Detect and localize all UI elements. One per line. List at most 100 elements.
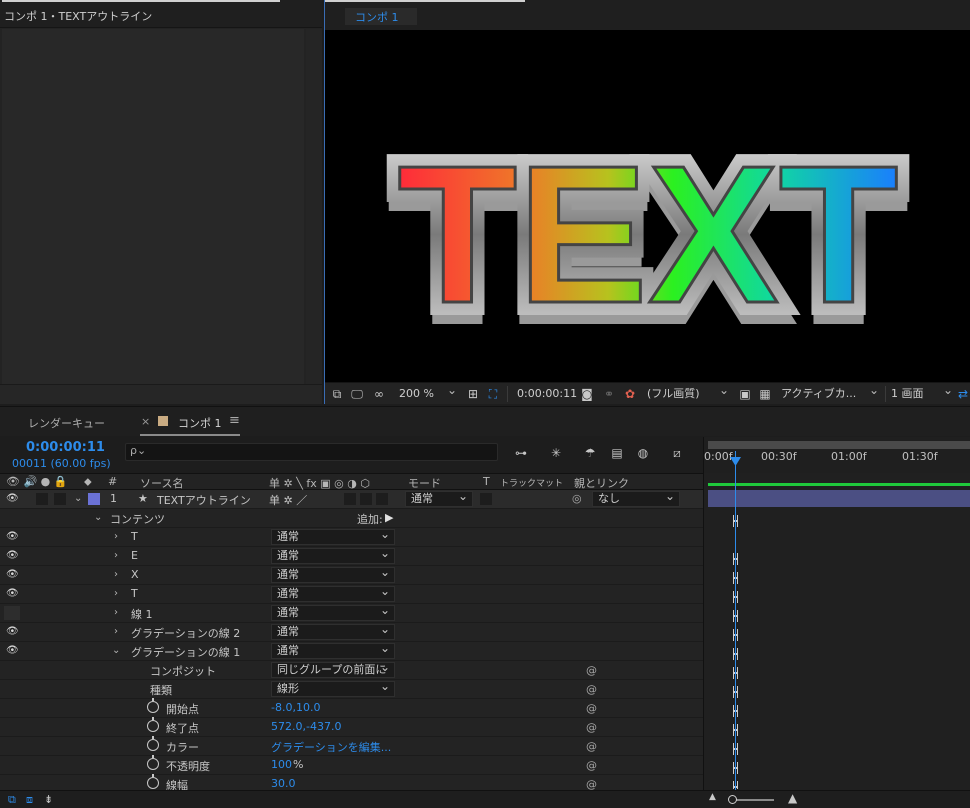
layer-switches[interactable]: 单 ✲ ／ [269,492,307,508]
group-mode-select[interactable]: 通常 [271,548,395,564]
switch-box[interactable] [360,493,372,505]
zoom-in-icon[interactable]: ▲ [788,791,797,805]
transparency-grid-icon[interactable]: ▦ [757,386,773,402]
expression-pickwhip-icon[interactable]: @ [586,702,597,715]
chevron-down-icon[interactable]: ⌄ [112,645,120,656]
playhead-line[interactable] [735,451,736,790]
column-number[interactable]: # [108,475,117,488]
zoom-out-icon[interactable]: ▲ [709,792,716,802]
pixel-aspect-icon[interactable]: ⇄ [955,386,970,402]
pickwhip-icon[interactable]: ◎ [572,492,582,505]
shy-layers-icon[interactable]: ☂ [581,445,599,461]
eye-icon[interactable]: 👁 [6,626,20,638]
project-panel-tab[interactable]: コンポ 1・TEXTアウトライン [0,0,322,28]
stroke-width-value[interactable]: 30.0 [271,777,296,790]
group-mode-select[interactable]: 通常 [271,529,395,545]
eye-icon[interactable]: 👁 [6,550,20,562]
expression-pickwhip-icon[interactable]: @ [586,683,597,696]
layer-mode-select[interactable]: 通常 [405,491,473,507]
chevron-down-icon[interactable]: ⌄ [74,493,82,504]
zoom-dropdown[interactable]: 200 % [399,382,459,402]
chevron-right-icon[interactable]: › [114,607,118,618]
add-menu-icon[interactable]: ▶ [385,511,393,524]
work-area-bar[interactable] [708,441,970,449]
always-preview-icon[interactable]: ⧉ [329,386,345,402]
contents-row[interactable]: ⌄ コンテンツ 追加: ▶ [0,509,703,528]
motion-blur-icon[interactable]: ◍ [634,445,652,461]
stopwatch-icon[interactable] [147,717,159,732]
time-ruler[interactable]: 0:00f 00:30f 01:00f 01:30f [704,437,970,473]
eye-icon[interactable]: 👁 [6,569,20,581]
column-track-matte[interactable]: トラックマット [500,476,563,489]
parent-select[interactable]: なし [592,491,680,507]
layer-label-color[interactable] [88,493,100,505]
region-of-interest-icon[interactable]: ▣ [737,386,753,402]
draft-3d-icon[interactable]: ✳ [547,445,565,461]
column-parent[interactable]: 親とリンク [574,475,629,491]
group-mode-select[interactable]: 通常 [271,624,395,640]
opacity-value[interactable]: 100 [271,758,292,771]
eye-icon[interactable]: 👁 [6,531,20,543]
switch-box[interactable] [344,493,356,505]
graph-editor-icon[interactable]: ⧄ [668,445,686,461]
property-row[interactable]: 種類 線形 @ [0,680,703,699]
list-item[interactable]: 👁 › X 通常 [0,566,703,585]
safe-margins-icon[interactable]: ⊞ [465,386,481,402]
property-row[interactable]: 終了点 572.0,-437.0 @ [0,717,703,737]
layer-duration-bar[interactable] [708,490,970,507]
chevron-down-icon[interactable]: ⌄ [94,512,102,523]
column-switches[interactable]: 单 ✲ ╲ fx ▣ ◎ ◑ ⬡ [269,475,370,491]
view-layout-dropdown[interactable]: 1 画面 [891,382,955,402]
list-item[interactable]: 👁 › T 通常 [0,585,703,604]
chevron-right-icon[interactable]: › [114,531,118,542]
eye-icon[interactable]: 👁 [6,588,20,600]
group-mode-select[interactable]: 通常 [271,567,395,583]
current-time-display[interactable]: 0:00:00:11 [26,440,105,455]
timeline-graph[interactable]: 0:00f 00:30f 01:00f 01:30f [703,437,970,790]
expression-pickwhip-icon[interactable]: @ [586,759,597,772]
mask-visibility-icon[interactable]: ⛶ [485,386,501,402]
preserve-transparency-toggle[interactable] [480,493,492,505]
property-row[interactable]: 開始点 -8.0,10.0 @ [0,698,703,718]
eye-icon[interactable]: 👁 [6,493,20,505]
comp-flowchart-icon[interactable]: ⊶ [512,445,530,461]
frame-blending-icon[interactable]: ▤ [608,445,626,461]
av-features-header-icon[interactable]: 👁 🔊 ● 🔒 [6,475,67,488]
goggles-icon[interactable]: ∞ [371,386,387,402]
expression-pickwhip-icon[interactable]: @ [586,721,597,734]
chevron-right-icon[interactable]: › [114,626,118,637]
zoom-slider-handle[interactable] [728,795,737,804]
list-item[interactable]: › 線 1 通常 [0,604,703,623]
stopwatch-icon[interactable] [147,774,159,789]
eye-icon[interactable]: 👁 [6,645,20,657]
edit-gradient-link[interactable]: グラデーションを編集... [271,739,391,755]
group-mode-select[interactable]: 通常 [271,643,395,659]
eye-toggle-off[interactable] [4,606,20,620]
chevron-right-icon[interactable]: › [114,550,118,561]
column-t[interactable]: T [483,475,490,488]
composite-select[interactable]: 同じグループの前面に [271,662,395,678]
layer-name[interactable]: TEXTアウトライン [157,492,251,508]
camera-dropdown[interactable]: アクティブカ... [781,382,881,402]
type-select[interactable]: 線形 [271,681,395,697]
show-snapshot-icon[interactable]: ⚭ [601,386,617,402]
project-panel-scrollbar[interactable] [306,29,322,384]
list-item[interactable]: 👁 › グラデーションの線 2 通常 [0,623,703,642]
stopwatch-icon[interactable] [147,736,159,751]
comp-viewer-tab[interactable]: コンポ 1 [345,8,417,25]
column-source-name[interactable]: ソース名 [140,475,183,491]
render-time-icon[interactable]: ⧉ [8,793,16,807]
add-label[interactable]: 追加: [357,511,383,527]
project-panel-body[interactable] [2,29,304,384]
channels-icon[interactable]: ✿ [622,386,638,402]
property-row[interactable]: コンポジット 同じグループの前面に @ [0,661,703,680]
chevron-right-icon[interactable]: › [114,588,118,599]
monitor-icon[interactable]: 🖵 [349,386,365,402]
render-queue-tab[interactable]: レンダーキュー [28,415,105,431]
list-item[interactable]: 👁 › E 通常 [0,547,703,566]
toggle-switches-icon[interactable]: ⇟ [44,793,53,806]
column-mode[interactable]: モード [408,475,441,491]
layer-search-input[interactable]: ρ⌄ [125,443,498,461]
expression-pickwhip-icon[interactable]: @ [586,740,597,753]
panel-menu-icon[interactable]: ≡ [229,413,240,428]
